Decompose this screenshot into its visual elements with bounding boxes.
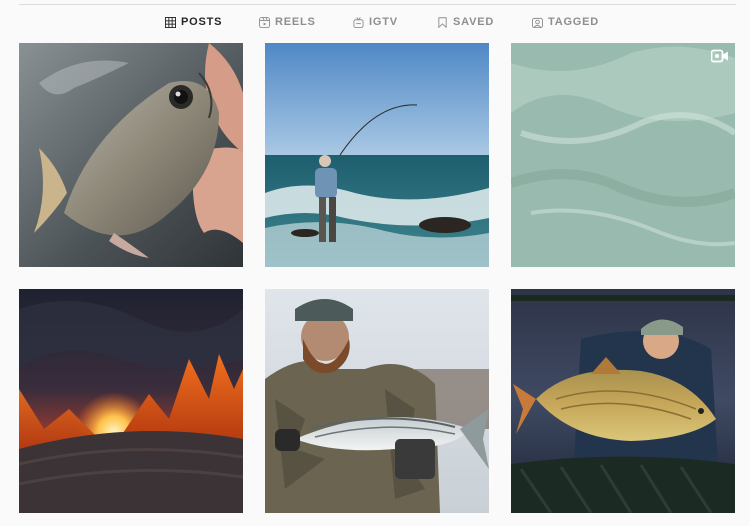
tab-posts[interactable]: POSTS — [165, 9, 222, 35]
post-image-angler-casting-in-surf — [265, 43, 489, 267]
post-tile-2[interactable] — [265, 43, 489, 267]
post-tile-4[interactable] — [19, 289, 243, 513]
reels-icon — [259, 16, 270, 28]
tab-saved-label: SAVED — [453, 16, 495, 28]
igtv-icon — [353, 16, 364, 28]
tabs-divider — [19, 4, 736, 5]
post-tile-1[interactable] — [19, 43, 243, 267]
post-image-school-of-fish-underwater — [511, 43, 735, 267]
post-tile-3[interactable] — [511, 43, 735, 267]
tagged-icon — [532, 17, 543, 28]
tab-tagged-label: TAGGED — [548, 16, 600, 28]
tab-reels[interactable]: REELS — [259, 9, 316, 35]
tab-igtv-label: IGTV — [369, 16, 398, 28]
post-tile-5[interactable] — [265, 289, 489, 513]
tab-saved[interactable]: SAVED — [437, 9, 494, 35]
video-icon — [710, 49, 729, 63]
tab-reels-label: REELS — [275, 16, 316, 28]
post-image-angler-holding-carp-at-dusk — [511, 289, 735, 513]
grid-icon — [165, 16, 176, 28]
post-image-bearded-angler-with-striped-bass — [265, 289, 489, 513]
post-tile-6[interactable] — [511, 289, 735, 513]
post-image-fish-in-hand — [19, 43, 243, 267]
post-image-sunset-behind-fish-fin — [19, 289, 243, 513]
profile-tabs: POSTS REELS IGTV SAVED TAGGED — [0, 9, 750, 35]
tab-posts-label: POSTS — [181, 16, 223, 28]
bookmark-icon — [437, 16, 448, 28]
tab-tagged[interactable]: TAGGED — [532, 9, 599, 35]
tab-igtv[interactable]: IGTV — [353, 9, 398, 35]
